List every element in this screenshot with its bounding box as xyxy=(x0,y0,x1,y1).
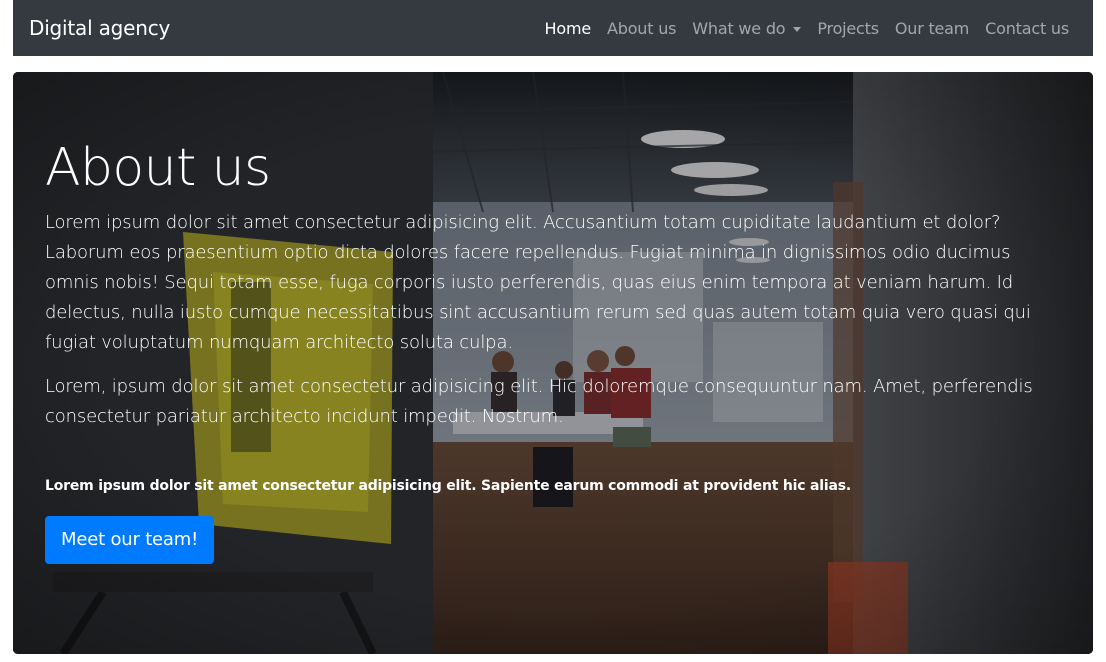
navbar: Digital agency Home About us What we do … xyxy=(13,0,1093,56)
hero-note: Lorem ipsum dolor sit amet consectetur a… xyxy=(45,478,851,494)
nav-links: Home About us What we do Projects Our te… xyxy=(537,11,1077,46)
nav-item-about: About us xyxy=(599,11,684,46)
nav-item-what-we-do: What we do xyxy=(684,11,809,46)
page-title: About us xyxy=(45,138,271,198)
nav-item-home: Home xyxy=(537,11,599,46)
brand-link[interactable]: Digital agency xyxy=(29,18,170,38)
hero-content: About us Lorem ipsum dolor sit amet cons… xyxy=(45,142,1061,564)
hero-paragraph-1: Lorem ipsum dolor sit amet consectetur a… xyxy=(45,212,1031,353)
nav-item-contact: Contact us xyxy=(977,11,1077,46)
nav-item-projects: Projects xyxy=(809,11,886,46)
nav-link-home[interactable]: Home xyxy=(537,11,599,46)
nav-item-our-team: Our team xyxy=(887,11,977,46)
nav-dropdown-label: What we do xyxy=(692,18,786,38)
hero-paragraph-2: Lorem, ipsum dolor sit amet consectetur … xyxy=(45,376,1033,427)
nav-link-our-team[interactable]: Our team xyxy=(887,11,977,46)
meet-our-team-button[interactable]: Meet our team! xyxy=(45,516,215,564)
nav-link-projects[interactable]: Projects xyxy=(809,11,886,46)
nav-link-contact-us[interactable]: Contact us xyxy=(977,11,1077,46)
chevron-down-icon xyxy=(793,26,802,32)
hero-jumbotron: About us Lorem ipsum dolor sit amet cons… xyxy=(13,72,1093,654)
nav-link-about-us[interactable]: About us xyxy=(599,11,684,46)
nav-dropdown-what-we-do[interactable]: What we do xyxy=(684,11,809,46)
